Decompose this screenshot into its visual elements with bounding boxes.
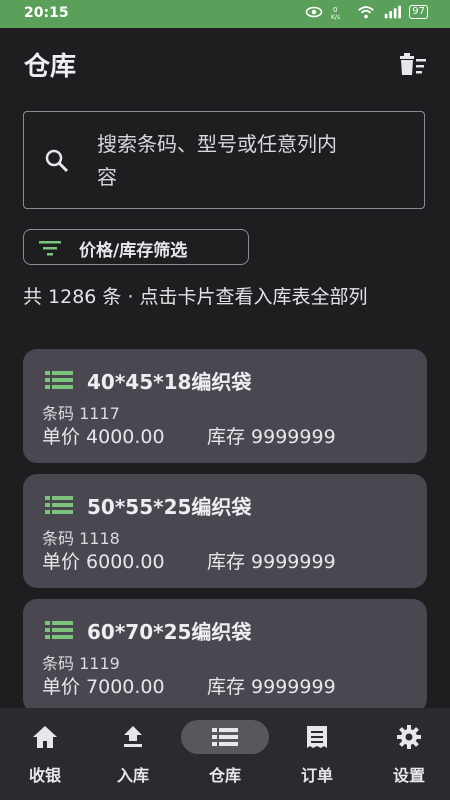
svg-text:0: 0 <box>333 6 337 14</box>
receipt-icon <box>307 726 327 748</box>
filter-label: 价格/库存筛选 <box>79 241 188 261</box>
product-barcode: 条码 1118 <box>42 529 120 548</box>
gear-icon <box>397 725 421 749</box>
filter-icon <box>39 241 61 256</box>
product-title: 60*70*25编织袋 <box>87 620 252 644</box>
product-stock: 库存 9999999 <box>207 551 336 573</box>
product-stock: 库存 9999999 <box>207 426 336 448</box>
list-icon <box>45 621 73 639</box>
signal-icon <box>385 5 402 19</box>
product-stock: 库存 9999999 <box>207 676 336 698</box>
list-icon <box>45 496 73 514</box>
product-barcode: 条码 1119 <box>42 654 120 673</box>
nav-item-settings[interactable]: 设置 <box>364 708 450 800</box>
price-stock-filter-button[interactable]: 价格/库存筛选 <box>23 229 249 265</box>
product-barcode: 条码 1117 <box>42 404 120 423</box>
search-icon <box>45 149 69 173</box>
nav-item-cashier[interactable]: 收银 <box>0 708 90 800</box>
nav-label: 仓库 <box>208 766 241 785</box>
battery-indicator: 97 <box>409 5 428 19</box>
product-title: 40*45*18编织袋 <box>87 370 252 394</box>
nav-item-inbound[interactable]: 入库 <box>88 708 178 800</box>
nav-label: 订单 <box>300 766 333 785</box>
network-speed-icon: 0K/s <box>331 6 340 20</box>
svg-text:K/s: K/s <box>331 14 340 20</box>
list-icon <box>212 728 238 746</box>
search-input[interactable]: 搜索条码、型号或任意列内容 <box>23 111 425 209</box>
product-price: 单价 6000.00 <box>42 551 165 573</box>
product-price: 单价 7000.00 <box>42 676 165 698</box>
app-header: 仓库 <box>0 28 450 100</box>
upload-icon <box>124 726 142 747</box>
product-title: 50*55*25编织袋 <box>87 495 252 519</box>
result-summary: 共 1286 条 · 点击卡片查看入库表全部列 <box>23 286 368 308</box>
product-card[interactable]: 50*55*25编织袋 条码 1118 单价 6000.00 库存 999999… <box>23 474 427 588</box>
product-price: 单价 4000.00 <box>42 426 165 448</box>
nav-item-warehouse[interactable]: 仓库 <box>180 708 270 800</box>
status-icons: 0 K/s 97 <box>305 4 428 20</box>
eye-icon <box>306 6 323 18</box>
nav-item-orders[interactable]: 订单 <box>272 708 362 800</box>
product-card[interactable]: 60*70*25编织袋 条码 1119 单价 7000.00 库存 999999… <box>23 599 427 713</box>
nav-label: 入库 <box>116 766 149 785</box>
wifi-icon <box>358 6 375 19</box>
nav-label: 收银 <box>28 766 61 785</box>
status-time: 20:15 <box>24 5 69 21</box>
search-placeholder: 搜索条码、型号或任意列内容 <box>97 132 337 189</box>
clear-filter-icon[interactable] <box>398 50 428 80</box>
status-bar: 20:15 0 K/s 97 <box>0 0 450 28</box>
product-card[interactable]: 40*45*18编织袋 条码 1117 单价 4000.00 库存 999999… <box>23 349 427 463</box>
home-icon <box>33 726 57 748</box>
nav-label: 设置 <box>392 766 425 785</box>
page-title: 仓库 <box>24 52 77 82</box>
list-icon <box>45 371 73 389</box>
bottom-navigation: 收银 入库 仓库 订单 设置 <box>0 708 450 800</box>
